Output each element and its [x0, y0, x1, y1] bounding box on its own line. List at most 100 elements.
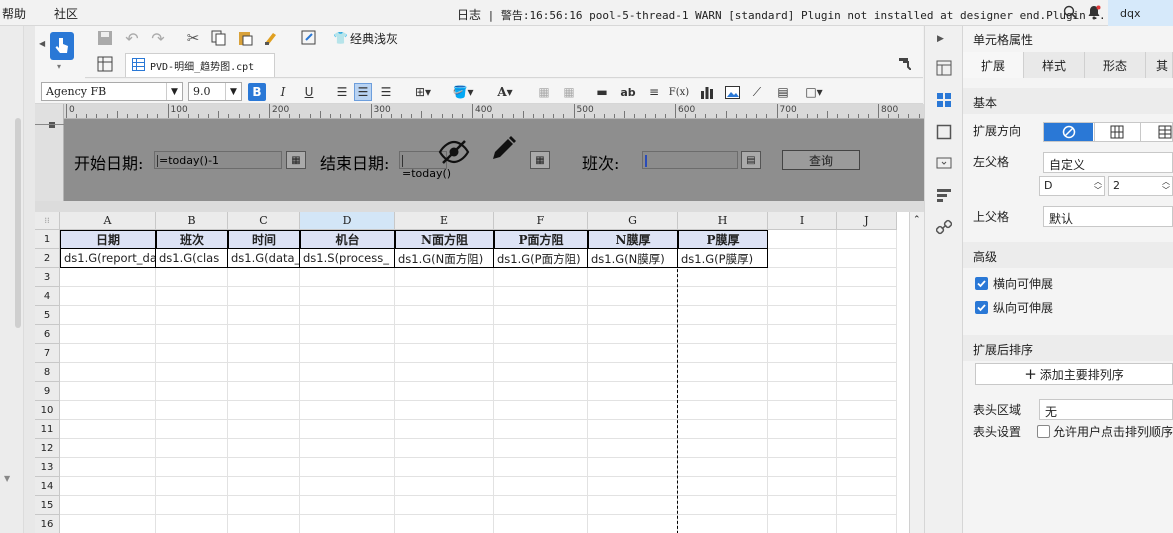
left-parent-row[interactable]: 2 ︿ ﹀	[1108, 176, 1173, 196]
text-cell-button[interactable]: ab	[619, 83, 637, 101]
empty-cell[interactable]	[228, 268, 300, 287]
empty-cell[interactable]	[494, 344, 588, 363]
dropdown-icon[interactable]: ▾	[57, 62, 61, 71]
merge-cells-icon[interactable]: ▦	[535, 83, 553, 101]
left-parent-column[interactable]: D ︿ ﹀	[1039, 176, 1105, 196]
empty-cell[interactable]	[156, 325, 228, 344]
empty-cell[interactable]	[300, 420, 395, 439]
row-header[interactable]: 15	[35, 496, 60, 515]
align-left-icon[interactable]: ☰	[333, 83, 351, 101]
data-cell[interactable]: ds1.G(P膜厚)	[678, 249, 768, 268]
file-tab[interactable]: PVD-明细_趋势图.cpt	[125, 53, 275, 77]
copy-icon[interactable]	[209, 28, 229, 48]
save-icon[interactable]	[95, 28, 115, 48]
header-cell[interactable]: P面方阻	[494, 230, 588, 249]
empty-cell[interactable]	[494, 515, 588, 533]
empty-cell[interactable]	[300, 439, 395, 458]
column-header[interactable]: J	[837, 212, 897, 230]
left-parent-select[interactable]: 自定义	[1043, 152, 1173, 173]
row-header[interactable]: 11	[35, 420, 60, 439]
row-header[interactable]: 10	[35, 401, 60, 420]
empty-cell[interactable]	[300, 458, 395, 477]
empty-cell[interactable]	[768, 382, 837, 401]
header-cell[interactable]: N膜厚	[588, 230, 678, 249]
empty-cell[interactable]	[156, 287, 228, 306]
empty-cell[interactable]	[60, 420, 156, 439]
select-tool-icon[interactable]	[50, 32, 74, 60]
empty-cell[interactable]	[588, 287, 678, 306]
empty-cell[interactable]	[228, 287, 300, 306]
empty-cell[interactable]	[60, 268, 156, 287]
empty-cell[interactable]	[494, 287, 588, 306]
empty-cell[interactable]	[156, 477, 228, 496]
empty-cell[interactable]	[228, 420, 300, 439]
empty-cell[interactable]	[494, 496, 588, 515]
align-right-icon[interactable]: ☰	[377, 83, 395, 101]
column-header[interactable]: H	[678, 212, 768, 230]
tab-menu-icon[interactable]	[897, 56, 913, 72]
empty-cell[interactable]	[300, 306, 395, 325]
empty-cell[interactable]	[395, 496, 494, 515]
empty-cell[interactable]	[768, 325, 837, 344]
condition-icon[interactable]	[935, 186, 953, 204]
header-cell[interactable]: N面方阻	[395, 230, 494, 249]
empty-cell[interactable]	[678, 477, 768, 496]
empty-cell[interactable]	[60, 382, 156, 401]
insert-cell-icon[interactable]: ▬	[593, 83, 611, 101]
empty-cell[interactable]	[494, 477, 588, 496]
unmerge-cells-icon[interactable]: ▦	[560, 83, 578, 101]
row-header[interactable]: 13	[35, 458, 60, 477]
row-header[interactable]: 16	[35, 515, 60, 533]
empty-cell[interactable]	[588, 477, 678, 496]
column-header[interactable]: I	[768, 212, 837, 230]
font-size-select[interactable]: 9.0 ▼	[188, 82, 242, 101]
empty-cell[interactable]	[678, 420, 768, 439]
empty-cell[interactable]	[588, 515, 678, 533]
empty-cell[interactable]	[494, 363, 588, 382]
data-cell[interactable]: ds1.G(P面方阻)	[494, 249, 588, 268]
row-header[interactable]: 3	[35, 268, 60, 287]
empty-cell[interactable]	[678, 382, 768, 401]
empty-cell[interactable]	[837, 439, 897, 458]
calendar-icon[interactable]: ▦	[286, 151, 306, 169]
underline-button[interactable]: U	[300, 83, 318, 101]
empty-cell[interactable]	[494, 325, 588, 344]
column-header[interactable]: E	[395, 212, 494, 230]
empty-cell[interactable]	[300, 363, 395, 382]
empty-cell[interactable]	[156, 344, 228, 363]
column-header[interactable]: B	[156, 212, 228, 230]
spreadsheet-grid[interactable]: ⁝⁝ A B C D E F G H I J 1 日期 班次 时间 机台 N面方阻 P面方阻 N膜厚 P膜厚 2 ds1.…	[35, 212, 924, 533]
undo-icon[interactable]: ↶	[122, 28, 142, 48]
row-header[interactable]: 12	[35, 439, 60, 458]
empty-cell[interactable]	[678, 268, 768, 287]
bell-icon[interactable]	[1086, 4, 1102, 20]
add-sort-button[interactable]: + 添加主要排列序	[975, 363, 1173, 385]
empty-cell[interactable]	[395, 268, 494, 287]
empty-cell[interactable]	[395, 287, 494, 306]
header-cell[interactable]: P膜厚	[678, 230, 768, 249]
empty-cell[interactable]	[300, 344, 395, 363]
font-color-icon[interactable]: A▾	[490, 83, 520, 101]
empty-cell[interactable]	[228, 401, 300, 420]
preview-icon[interactable]	[299, 28, 319, 48]
empty-cell[interactable]	[228, 363, 300, 382]
menu-community[interactable]: 社区	[54, 5, 78, 22]
empty-cell[interactable]	[228, 458, 300, 477]
empty-cell[interactable]	[300, 325, 395, 344]
scroll-up-icon[interactable]: ⌃	[913, 215, 921, 225]
empty-cell[interactable]	[395, 420, 494, 439]
vertical-scrollbar[interactable]: ⌃	[909, 212, 924, 533]
empty-cell[interactable]	[300, 401, 395, 420]
empty-cell[interactable]	[228, 344, 300, 363]
empty-cell[interactable]	[837, 287, 897, 306]
empty-cell[interactable]	[156, 268, 228, 287]
empty-cell[interactable]	[60, 325, 156, 344]
empty-cell[interactable]	[395, 477, 494, 496]
empty-cell[interactable]	[837, 496, 897, 515]
empty-cell[interactable]	[837, 382, 897, 401]
empty-cell[interactable]	[395, 325, 494, 344]
no-expand-icon[interactable]	[1044, 123, 1093, 141]
data-cell[interactable]: ds1.G(clas	[156, 249, 228, 268]
empty-cell[interactable]	[395, 382, 494, 401]
align-center-icon[interactable]: ☰	[354, 83, 372, 101]
